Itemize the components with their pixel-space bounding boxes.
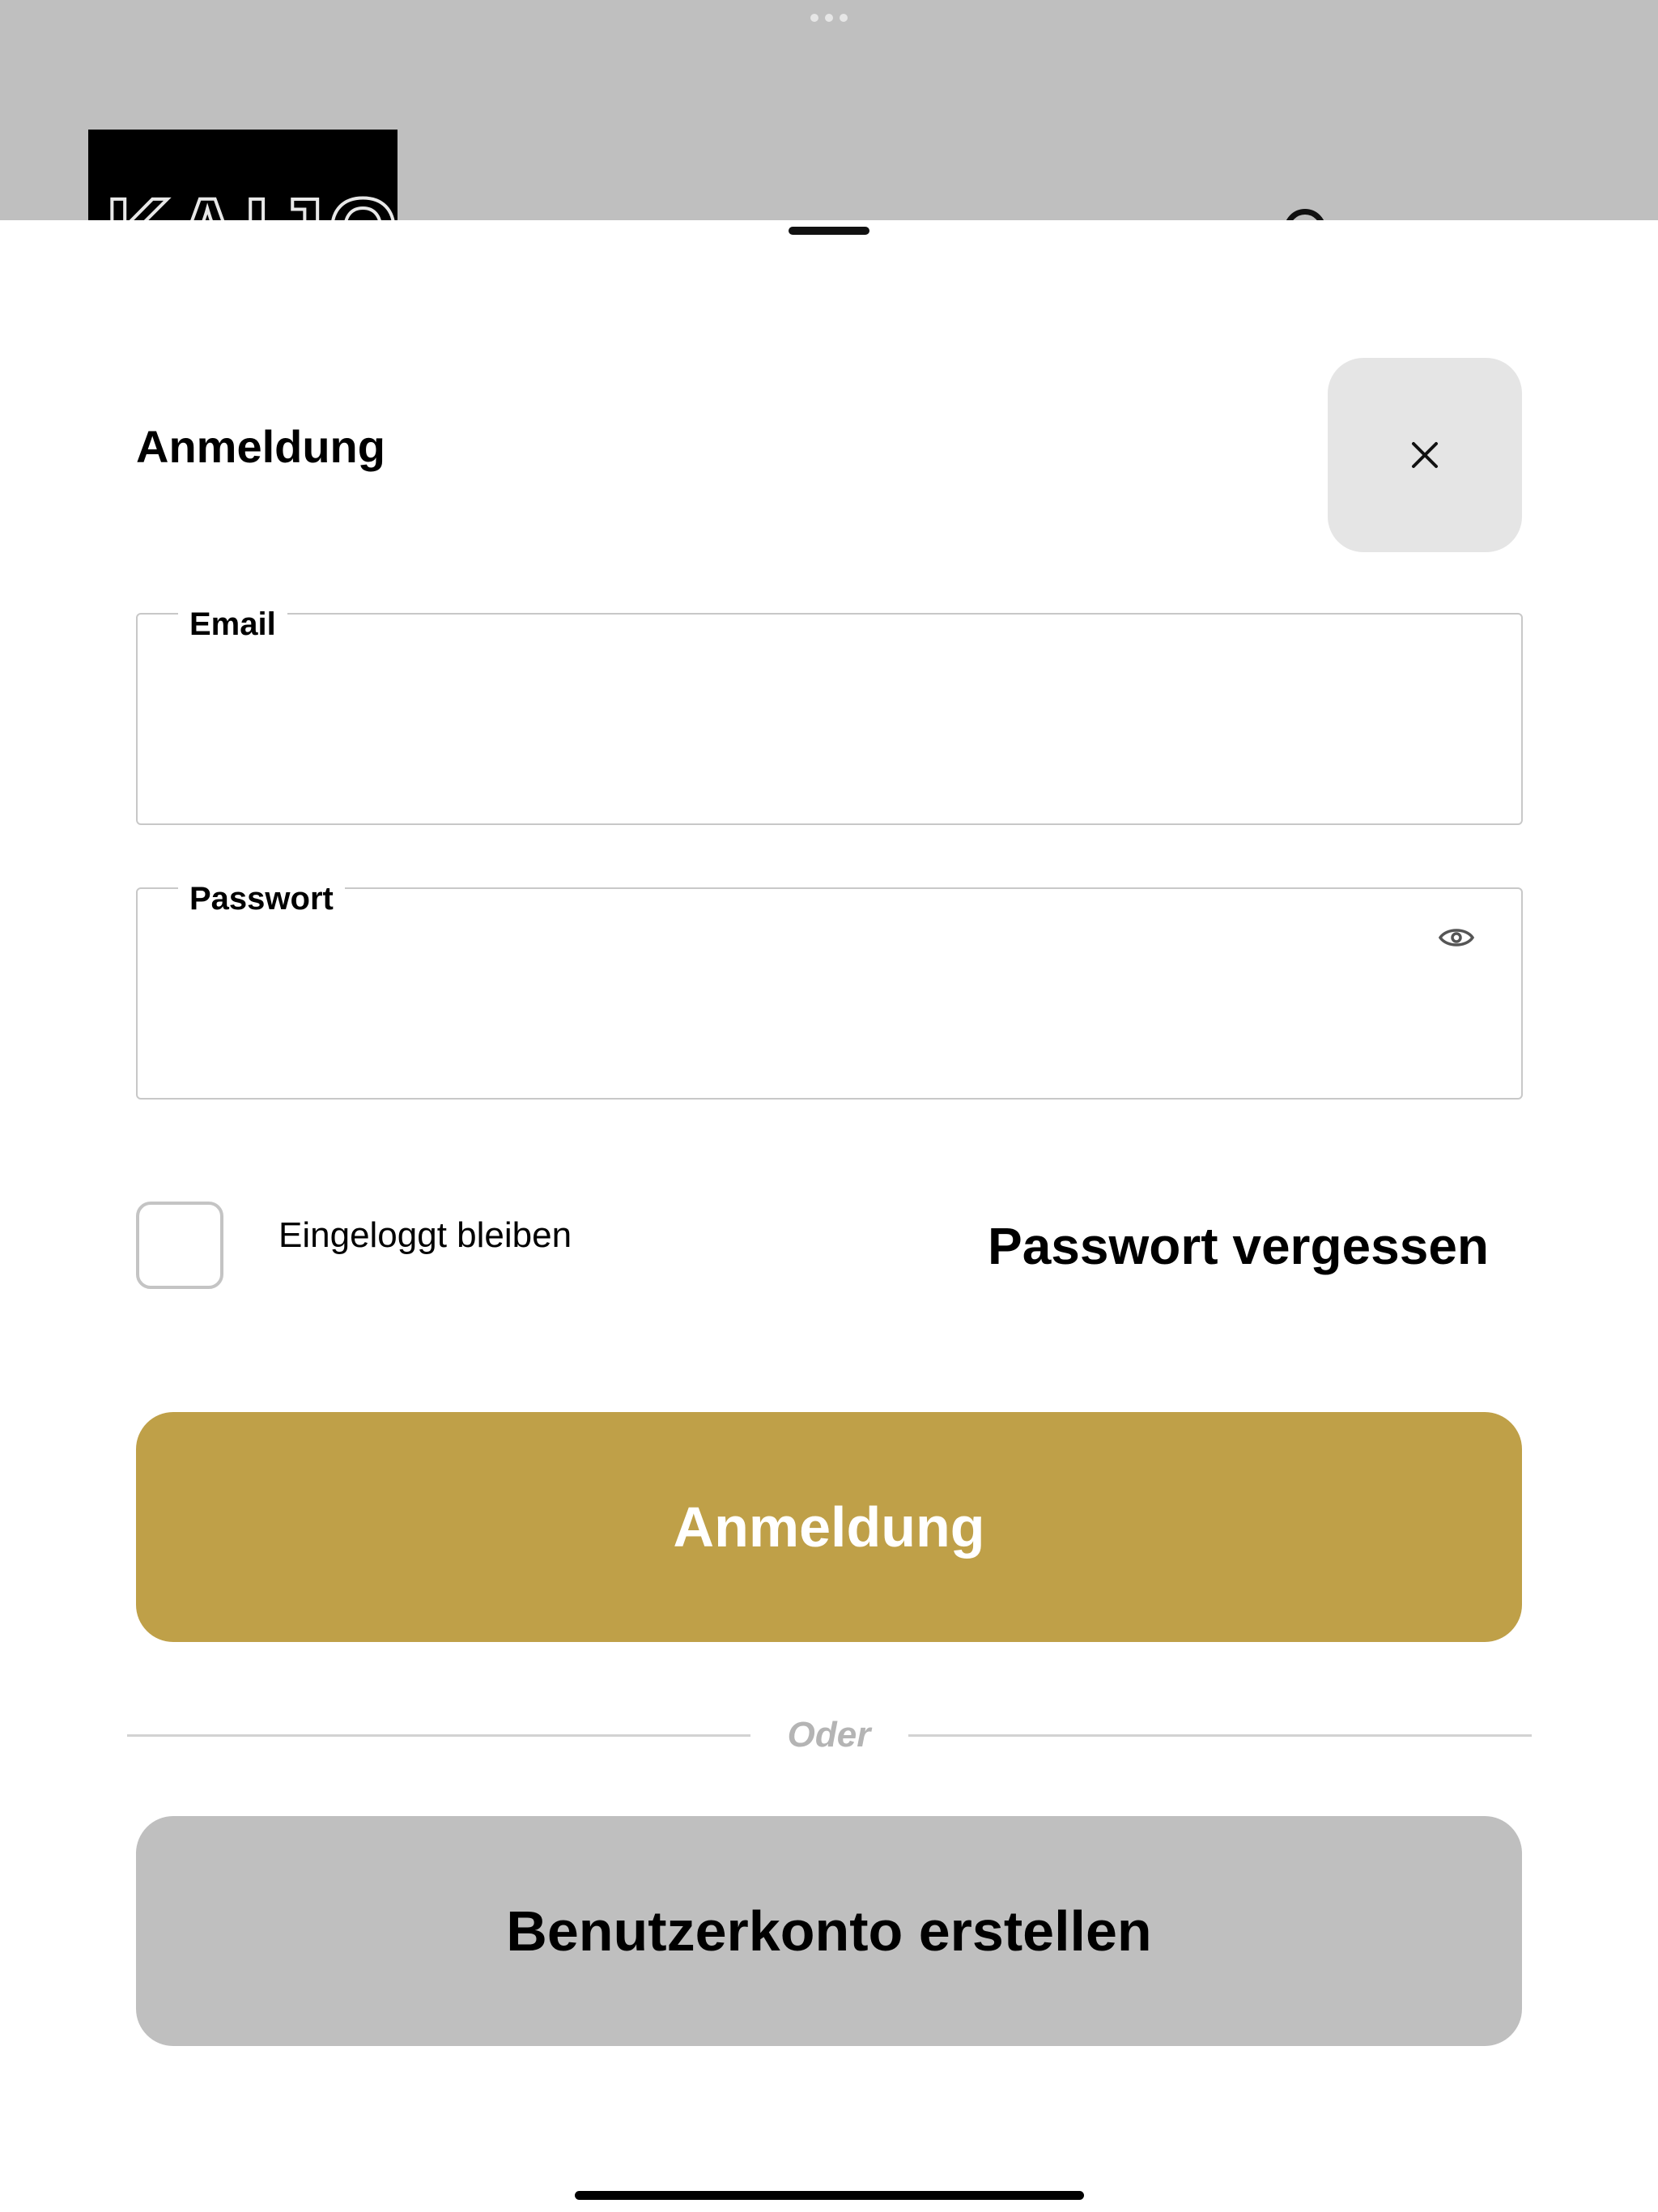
password-input[interactable] (186, 970, 1404, 1036)
dot (810, 14, 818, 22)
dot (825, 14, 833, 22)
email-input[interactable] (186, 696, 1404, 762)
create-account-button[interactable]: Benutzerkonto erstellen (136, 1816, 1522, 2046)
eye-icon (1439, 929, 1474, 946)
divider-line-right (908, 1734, 1532, 1737)
email-field-label: Email (178, 603, 287, 645)
sheet-grabber[interactable] (789, 227, 869, 235)
account-icon (1284, 209, 1326, 220)
password-field-label: Passwort (178, 878, 345, 920)
close-button[interactable] (1328, 358, 1522, 552)
show-password-button[interactable] (1432, 913, 1481, 962)
close-icon (1412, 442, 1438, 468)
multitasking-dots[interactable] (810, 14, 848, 22)
password-field[interactable]: Passwort (136, 878, 1523, 1100)
remember-me-checkbox[interactable] (136, 1202, 223, 1289)
login-sheet: Anmeldung Email Passwort Eingeloggt blei… (0, 220, 1658, 2212)
forgot-password-link[interactable]: Passwort vergessen (988, 1218, 1489, 1275)
dot (840, 14, 848, 22)
remember-me-label: Eingeloggt bleiben (278, 1215, 572, 1255)
home-indicator[interactable] (575, 2191, 1084, 2200)
email-field[interactable]: Email (136, 603, 1523, 825)
brand-logo-text: KAIJON (104, 185, 397, 221)
page-backdrop: KAIJON (0, 0, 1658, 220)
brand-logo: KAIJON (88, 130, 397, 220)
login-button[interactable]: Anmeldung (136, 1412, 1522, 1642)
divider-text: Oder (787, 1715, 871, 1755)
modal-title: Anmeldung (136, 421, 385, 472)
divider-line-left (127, 1734, 750, 1737)
